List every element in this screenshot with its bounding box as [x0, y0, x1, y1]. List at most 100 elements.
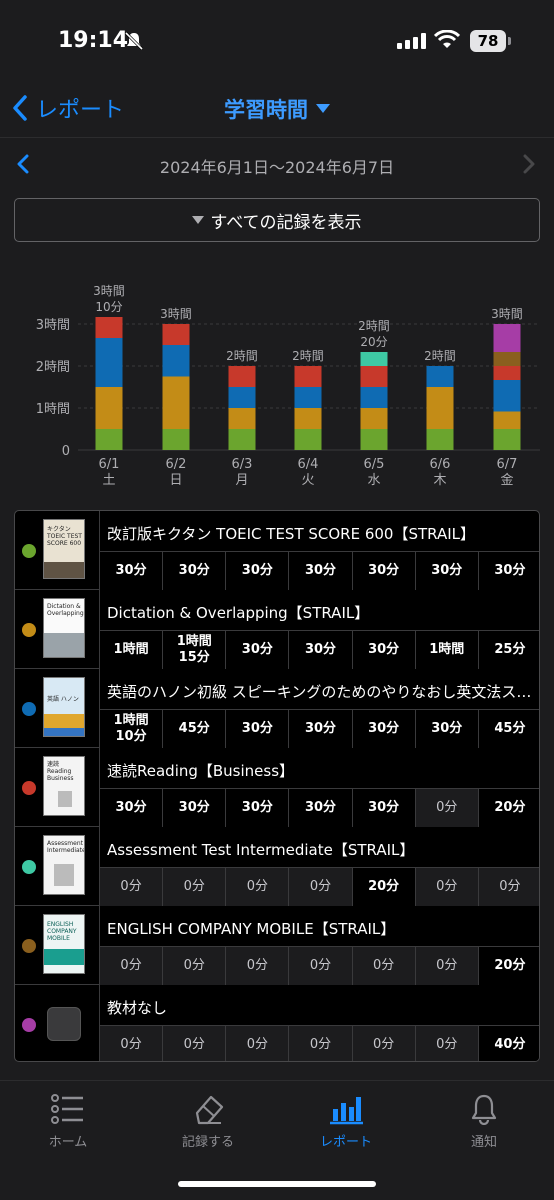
time-cell: 0分 — [99, 867, 163, 906]
bar-segment — [360, 408, 388, 429]
bar-segment — [95, 387, 123, 429]
tab-report[interactable]: レポート — [286, 1093, 406, 1150]
time-cell: 30分 — [477, 551, 539, 590]
book-title: 速読Reading【Business】 — [107, 762, 295, 780]
color-dot-icon — [22, 702, 36, 716]
book-title: 英語のハノン初級 スピーキングのためのやりなおし英文法スーパードリル — [107, 683, 535, 701]
time-cell: 0分 — [99, 946, 163, 985]
book-cover-thumbnail: ENGLISH COMPANY MOBILE — [43, 914, 85, 974]
bar-total-label: 3時間 — [93, 284, 125, 298]
daily-time-cells: 1時間 1時間 15分 30分 30分 30分 1時間 25分 — [99, 630, 539, 669]
book-row[interactable]: 英語 ハノン 英語のハノン初級 スピーキングのためのやりなおし英文法スーパードリル… — [15, 669, 539, 748]
x-tick-label: 月 — [235, 473, 248, 488]
next-week-button[interactable] — [522, 154, 536, 178]
book-row[interactable]: Assessment Intermediate Assessment Test I… — [15, 827, 539, 906]
time-cell: 20分 — [477, 946, 539, 985]
bar-total-label: 2時間 — [292, 349, 324, 363]
time-cell: 30分 — [288, 630, 352, 669]
bar-segment — [162, 345, 190, 377]
book-row[interactable]: ENGLISH COMPANY MOBILE ENGLISH COMPANY MO… — [15, 906, 539, 985]
book-row[interactable]: 教材なし 0分 0分 0分 0分 0分 0分 40分 — [15, 985, 539, 1061]
wifi-icon — [433, 29, 461, 54]
daily-time-cells: 1時間 10分 45分 30分 30分 30分 30分 45分 — [99, 709, 539, 748]
bar-segment — [228, 429, 256, 450]
time-cell: 0分 — [225, 867, 289, 906]
book-row[interactable]: Dictation & Overlapping Dictation & Overl… — [15, 590, 539, 669]
color-dot-icon — [22, 623, 36, 637]
book-row[interactable]: キクタン TOEIC TEST SCORE 600 改訂版キクタン TOEIC T… — [15, 511, 539, 590]
time-cell: 0分 — [414, 788, 478, 827]
daily-time-cells: 30分 30分 30分 30分 30分 0分 20分 — [99, 788, 539, 827]
x-tick-label: 6/1 — [99, 457, 120, 472]
tab-notifications-label: 通知 — [470, 1135, 497, 1150]
bar-segment — [162, 324, 190, 345]
triangle-down-icon — [192, 216, 205, 224]
x-tick-label: 6/2 — [166, 457, 187, 472]
chevron-right-icon — [523, 154, 535, 174]
color-dot-icon — [22, 939, 36, 953]
bar-segment — [493, 366, 521, 380]
x-tick-label: 6/5 — [364, 457, 385, 472]
time-cell: 1時間 — [99, 630, 163, 669]
bar-segment — [360, 387, 388, 408]
bar-segment — [162, 376, 190, 429]
book-time-table: キクタン TOEIC TEST SCORE 600 改訂版キクタン TOEIC T… — [14, 510, 540, 1062]
daily-time-cells: 0分 0分 0分 0分 0分 0分 40分 — [99, 1025, 539, 1061]
bar-segment — [493, 324, 521, 352]
bar-total-label: 2時間 — [358, 319, 390, 333]
tab-notifications[interactable]: 通知 — [424, 1093, 544, 1150]
cellular-signal-icon — [397, 33, 426, 49]
x-tick-label: 6/3 — [232, 457, 253, 472]
bar-segment — [95, 317, 123, 338]
book-cover-thumbnail: キクタン TOEIC TEST SCORE 600 — [43, 519, 85, 579]
time-cell: 20分 — [351, 867, 415, 906]
bar-segment — [162, 429, 190, 450]
date-range-label: 2024年6月1日〜2024年6月7日 — [159, 158, 395, 177]
bar-segment — [294, 408, 322, 429]
show-all-records-button[interactable]: すべての記録を表示 — [14, 198, 540, 242]
x-tick-label: 6/4 — [298, 457, 319, 472]
time-cell: 0分 — [477, 867, 539, 906]
time-cell: 40分 — [477, 1025, 539, 1061]
time-cell: 25分 — [477, 630, 539, 669]
home-indicator — [178, 1181, 376, 1187]
bar-total-label: 3時間 — [160, 307, 192, 321]
time-cell: 30分 — [351, 630, 415, 669]
bar-total-label: 3時間 — [491, 307, 523, 321]
book-title: 教材なし — [107, 999, 168, 1017]
bar-segment — [360, 352, 388, 366]
bar-segment — [95, 429, 123, 450]
time-cell: 0分 — [414, 1025, 478, 1061]
navigation-bar: レポート 学習時間 — [0, 82, 554, 138]
time-cell: 30分 — [162, 788, 226, 827]
time-cell: 30分 — [288, 551, 352, 590]
book-title: ENGLISH COMPANY MOBILE【STRAIL】 — [107, 920, 396, 938]
x-tick-label: 火 — [301, 473, 314, 488]
time-cell: 30分 — [225, 551, 289, 590]
book-row[interactable]: 速読 Reading Business 速読Reading【Business】 30… — [15, 748, 539, 827]
page-title: 学習時間 — [224, 98, 308, 122]
time-cell: 45分 — [477, 709, 539, 748]
study-time-chart: 0 1時間 2時間 3時間 3時間 10分 6/1 土 3時間 6/2 日 2時間 6/3 月 2時間 6/4… — [0, 250, 554, 500]
x-tick-label: 金 — [500, 472, 513, 488]
placeholder-thumbnail — [47, 1007, 81, 1041]
bar-segment — [493, 411, 521, 429]
metric-dropdown[interactable]: 学習時間 — [0, 94, 554, 124]
color-dot-icon — [22, 544, 36, 558]
book-title: 改訂版キクタン TOEIC TEST SCORE 600【STRAIL】 — [107, 525, 476, 543]
bar-segment — [228, 387, 256, 408]
daily-time-cells: 0分 0分 0分 0分 0分 0分 20分 — [99, 946, 539, 985]
daily-time-cells: 30分 30分 30分 30分 30分 30分 30分 — [99, 551, 539, 590]
x-tick-label: 土 — [102, 473, 115, 488]
time-cell: 30分 — [414, 709, 478, 748]
time-cell: 45分 — [162, 709, 226, 748]
bar-segment — [426, 366, 454, 387]
tab-record[interactable]: 記録する — [148, 1093, 268, 1150]
x-tick-label: 6/6 — [430, 457, 451, 472]
tab-home[interactable]: ホーム — [8, 1093, 128, 1150]
x-tick-label: 水 — [367, 473, 380, 488]
time-cell: 1時間 15分 — [162, 630, 226, 669]
time-cell: 30分 — [99, 551, 163, 590]
time-cell: 0分 — [225, 1025, 289, 1061]
time-cell: 1時間 10分 — [99, 709, 163, 748]
